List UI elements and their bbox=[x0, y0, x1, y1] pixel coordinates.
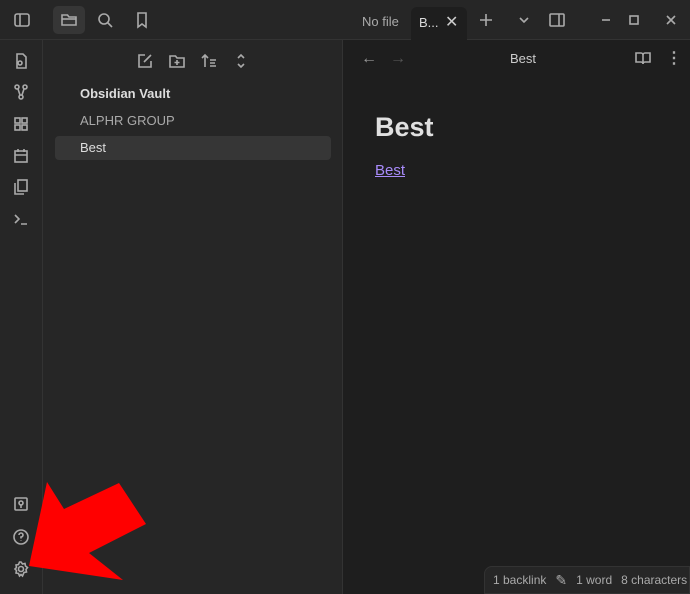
red-arrow-annotation bbox=[29, 482, 146, 580]
